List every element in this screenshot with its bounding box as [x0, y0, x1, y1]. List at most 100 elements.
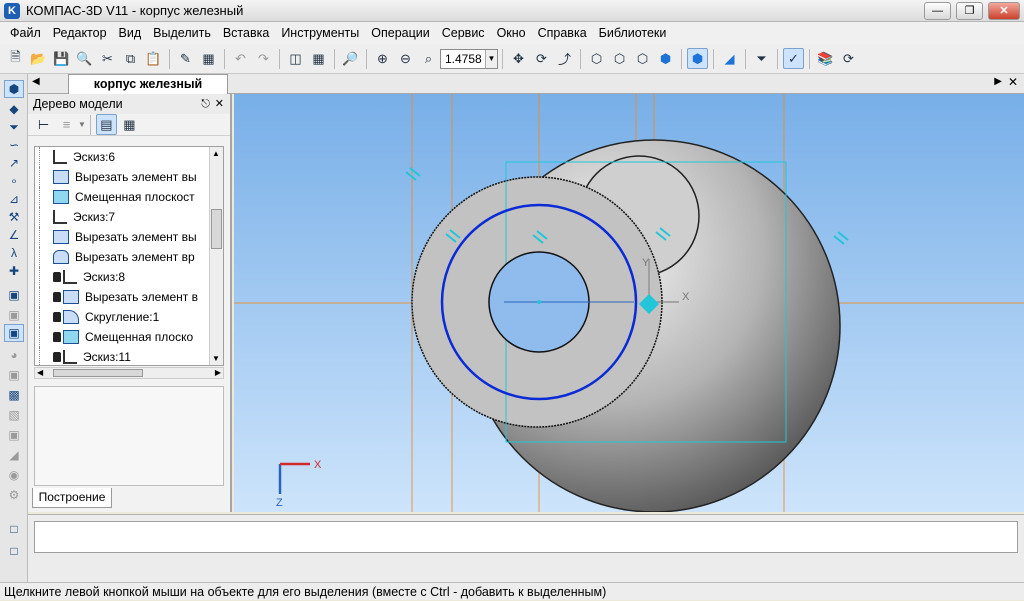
- hidden-gray-icon[interactable]: ⬡: [632, 48, 653, 69]
- scrollbar-thumb[interactable]: [211, 209, 222, 249]
- menu-file[interactable]: Файл: [4, 22, 47, 44]
- scrollbar-thumb[interactable]: [53, 369, 143, 377]
- tab-build[interactable]: Построение: [32, 488, 112, 508]
- paste-icon[interactable]: 📋: [143, 48, 164, 69]
- refresh-icon[interactable]: ⟳: [838, 48, 859, 69]
- axis-icon[interactable]: ✚: [4, 262, 24, 280]
- spline-icon[interactable]: ∽: [4, 136, 24, 154]
- dimension-icon[interactable]: ↗: [4, 154, 24, 172]
- variables-icon[interactable]: ◫: [285, 48, 306, 69]
- perspective-icon[interactable]: ◢: [719, 48, 740, 69]
- tree-item[interactable]: Вырезать элемент вы: [39, 167, 209, 187]
- new-file-icon[interactable]: 🗎: [5, 48, 26, 69]
- hidden-lines-icon[interactable]: ⬡: [609, 48, 630, 69]
- filter-icon[interactable]: ⏷: [751, 48, 772, 69]
- tree-item[interactable]: Вырезать элемент вр: [39, 247, 209, 267]
- open-file-icon[interactable]: 📂: [28, 48, 49, 69]
- menu-libraries[interactable]: Библиотеки: [593, 22, 673, 44]
- annotation-icon[interactable]: ∘: [4, 172, 24, 190]
- scroll-up-icon[interactable]: ▲: [212, 149, 220, 158]
- document-tab[interactable]: корпус железный: [68, 74, 228, 94]
- redo-icon[interactable]: ↷: [253, 48, 274, 69]
- hammer-icon[interactable]: ⚒: [4, 208, 24, 226]
- sketch-mode-icon[interactable]: ▣: [4, 324, 24, 342]
- filter-icon[interactable]: ⏷: [4, 118, 24, 136]
- scroll-left-icon[interactable]: ◀: [32, 76, 40, 87]
- scroll-right-icon[interactable]: ▶: [215, 368, 221, 377]
- array-icon[interactable]: ▩: [4, 386, 24, 404]
- properties-icon[interactable]: ✎: [175, 48, 196, 69]
- menu-insert[interactable]: Вставка: [217, 22, 275, 44]
- surface-icon[interactable]: ▣: [4, 426, 24, 444]
- manager-icon[interactable]: ▦: [198, 48, 219, 69]
- save-icon[interactable]: 💾: [51, 48, 72, 69]
- tree-item[interactable]: Вырезать элемент вы: [39, 227, 209, 247]
- section-icon[interactable]: ◢: [4, 446, 24, 464]
- zoom-scale-field[interactable]: 1.4758 ▼: [440, 48, 498, 69]
- tree-list-icon[interactable]: ▤: [95, 114, 117, 135]
- menu-select[interactable]: Выделить: [147, 22, 217, 44]
- parametrization-icon[interactable]: ∠: [4, 226, 24, 244]
- select-icon[interactable]: ✓: [783, 48, 804, 69]
- cube-view-icon[interactable]: ⬢: [4, 80, 24, 98]
- cut-icon[interactable]: ✂: [97, 48, 118, 69]
- tree-item[interactable]: Эскиз:11: [39, 347, 209, 365]
- menu-tools[interactable]: Инструменты: [275, 22, 365, 44]
- orientation-icon[interactable]: ⤴: [554, 48, 575, 69]
- model-scene[interactable]: X Y X Z: [234, 94, 1024, 513]
- tree-properties-icon[interactable]: ▦: [119, 114, 140, 135]
- rib-icon[interactable]: ▧: [4, 406, 24, 424]
- tree-vertical-scrollbar[interactable]: ▲ ▼: [209, 147, 223, 365]
- sphere-icon[interactable]: ◉: [4, 466, 24, 484]
- fillet-icon[interactable]: ◕: [4, 346, 24, 364]
- scroll-left-icon[interactable]: ◀: [37, 368, 43, 377]
- assembly-icon[interactable]: ⚙: [4, 486, 24, 504]
- menu-operations[interactable]: Операции: [365, 22, 435, 44]
- zoom-in-icon[interactable]: ⊕: [372, 48, 393, 69]
- zoom-scale-icon[interactable]: ⌕: [418, 48, 439, 69]
- tree-view-mode-icon[interactable]: ≡: [56, 114, 77, 135]
- close-panel-icon[interactable]: ✕: [215, 94, 224, 114]
- close-button[interactable]: ✕: [988, 2, 1020, 20]
- specification-icon[interactable]: □: [4, 520, 24, 538]
- menu-window[interactable]: Окно: [491, 22, 532, 44]
- menu-service[interactable]: Сервис: [436, 22, 491, 44]
- geometry-icon[interactable]: ◆: [4, 100, 24, 118]
- menu-view[interactable]: Вид: [113, 22, 148, 44]
- chevron-down-icon[interactable]: ▼: [485, 49, 497, 68]
- grid-icon[interactable]: ▦: [308, 48, 329, 69]
- tree-item[interactable]: Вырезать элемент в: [39, 287, 209, 307]
- undo-icon[interactable]: ↶: [230, 48, 251, 69]
- scroll-right-icon[interactable]: ▶: [994, 76, 1002, 87]
- pin-icon[interactable]: ⎋: [201, 94, 210, 114]
- rotate-icon[interactable]: ⟳: [531, 48, 552, 69]
- halftone-edges-icon[interactable]: ⬢: [687, 48, 708, 69]
- tree-item[interactable]: Смещенная плоско: [39, 327, 209, 347]
- cut-icon[interactable]: ▣: [4, 306, 24, 324]
- tree-item[interactable]: Эскиз:8: [39, 267, 209, 287]
- tree-structure-icon[interactable]: ⊢: [33, 114, 54, 135]
- property-field[interactable]: [34, 521, 1018, 553]
- extrude-icon[interactable]: ▣: [4, 286, 24, 304]
- zoom-window-icon[interactable]: 🔎: [340, 48, 361, 69]
- scroll-down-icon[interactable]: ▼: [212, 354, 220, 363]
- restore-button[interactable]: ❐: [956, 2, 983, 20]
- tree-item[interactable]: Эскиз:7: [39, 207, 209, 227]
- edit-icon[interactable]: λ: [4, 244, 24, 262]
- measure-icon[interactable]: ⊿: [4, 190, 24, 208]
- close-document-icon[interactable]: ✕: [1008, 75, 1018, 89]
- report-icon[interactable]: □: [4, 542, 24, 560]
- chevron-down-icon[interactable]: ▼: [78, 120, 86, 129]
- wireframe-icon[interactable]: ⬡: [586, 48, 607, 69]
- pan-icon[interactable]: ✥: [508, 48, 529, 69]
- halftone-icon[interactable]: ⬢: [655, 48, 676, 69]
- menu-help[interactable]: Справка: [532, 22, 593, 44]
- minimize-button[interactable]: —: [924, 2, 951, 20]
- copy-icon[interactable]: ⧉: [120, 48, 141, 69]
- zoom-out-icon[interactable]: ⊖: [395, 48, 416, 69]
- menu-editor[interactable]: Редактор: [47, 22, 113, 44]
- shell-icon[interactable]: ▣: [4, 366, 24, 384]
- library-icon[interactable]: 📚: [815, 48, 836, 69]
- tree-item[interactable]: Смещенная плоскост: [39, 187, 209, 207]
- tree-horizontal-scrollbar[interactable]: ◀ ▶: [34, 367, 224, 379]
